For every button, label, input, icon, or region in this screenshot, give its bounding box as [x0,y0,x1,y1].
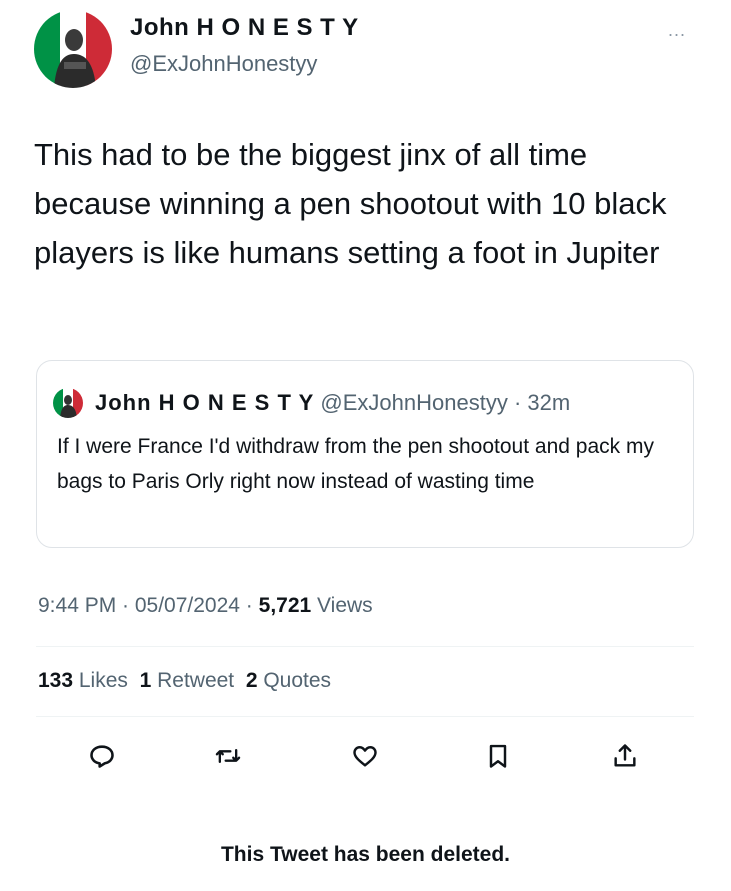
reply-icon [90,745,114,768]
quoted-author-avatar [53,388,83,418]
quoted-avatar-image [53,388,83,418]
tweet-text: This had to be the biggest jinx of all t… [34,137,667,270]
likes-stat[interactable]: 133 Likes [38,669,140,692]
views-label: Views [311,594,373,617]
quoted-author-name: John H O N E S T Y [95,390,315,415]
bookmark-button[interactable] [478,736,518,776]
retweets-stat[interactable]: 1 Retweet [140,669,246,692]
reply-button[interactable] [82,736,122,776]
like-button[interactable] [345,736,385,776]
quotes-stat[interactable]: 2 Quotes [246,669,331,692]
deleted-tweet-notice: This Tweet has been deleted. [220,843,511,866]
quoted-author-meta: @ExJohnHonestyy · 32m [314,390,571,415]
quoted-tweet-header: John H O N E S T Y @ExJohnHonestyy · 32m [95,390,570,416]
author-display-name[interactable]: John H O N E S T Y [130,14,359,42]
avatar-image [34,10,112,88]
views-count: 5,721 [258,594,312,617]
retweet-button[interactable] [208,736,248,776]
share-icon [614,744,636,767]
retweet-icon [215,749,241,763]
divider [36,646,694,647]
quoted-tweet-text: If I were France I'd withdraw from the p… [57,435,654,493]
quotes-label: Quotes [257,669,332,692]
divider [36,716,694,717]
retweets-label: Retweet [151,669,246,692]
bookmark-icon [489,744,507,768]
engagement-stats: 133 Likes 1 Retweet 2 Quotes [38,669,331,693]
timestamp[interactable]: 9:44 PM · 05/07/2024 · [38,594,259,617]
quoted-tweet-card[interactable]: John H O N E S T Y @ExJohnHonestyy · 32m… [36,360,694,548]
timestamp-row: 9:44 PM · 05/07/2024 · 5,721 Views [38,594,373,618]
retweets-count: 1 [139,669,152,692]
likes-label: Likes [73,669,140,692]
author-handle[interactable]: @ExJohnHonestyy [130,51,317,77]
author-avatar[interactable] [34,10,112,88]
more-options-icon[interactable]: ... [668,20,686,41]
quotes-count: 2 [245,669,258,692]
heart-icon [353,746,377,767]
share-button[interactable] [605,736,645,776]
likes-count: 133 [38,669,74,692]
